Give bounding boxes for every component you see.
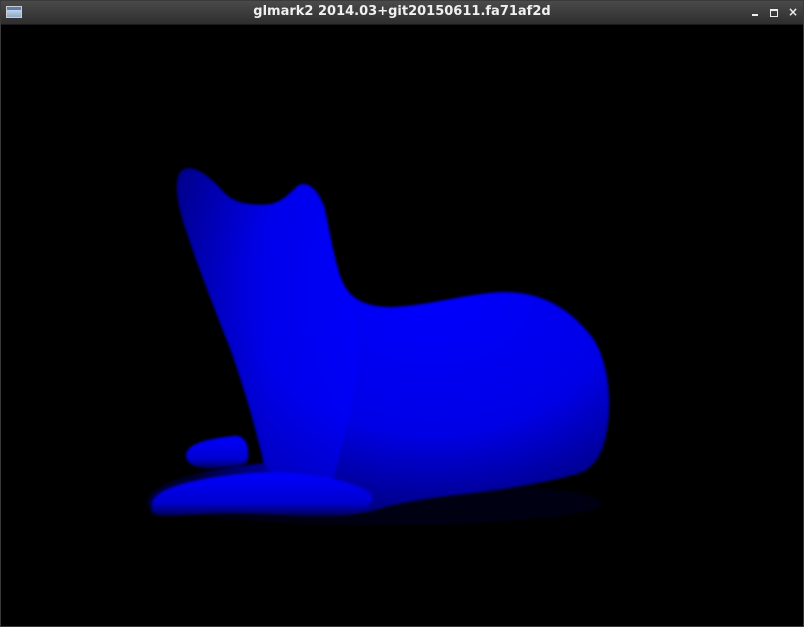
window-title: glmark2 2014.03+git20150611.fa71af2d: [253, 4, 551, 19]
minimize-button[interactable]: [748, 5, 762, 19]
maximize-button[interactable]: [767, 5, 781, 19]
app-window: glmark2 2014.03+git20150611.fa71af2d ×: [0, 0, 804, 627]
render-canvas: [146, 168, 610, 525]
close-button[interactable]: ×: [786, 5, 800, 19]
minimize-icon: [752, 14, 758, 16]
render-viewport[interactable]: [2, 25, 802, 625]
title-bar[interactable]: glmark2 2014.03+git20150611.fa71af2d ×: [1, 1, 803, 25]
model-back-foreleg: [186, 435, 249, 469]
close-icon: ×: [787, 5, 799, 19]
maximize-icon: [770, 9, 778, 17]
